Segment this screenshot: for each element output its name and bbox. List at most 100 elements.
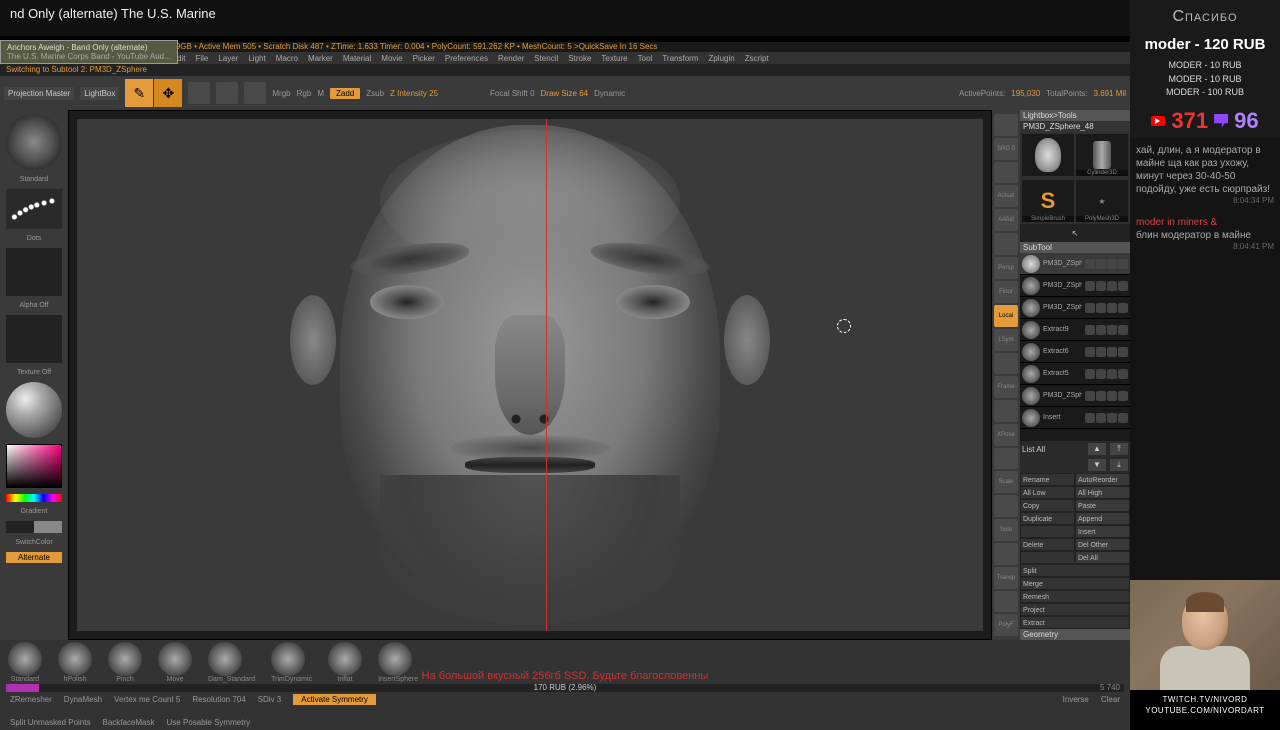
op-autoreorder[interactable]: AutoReorder [1075, 473, 1130, 486]
menu-zscript[interactable]: Zscript [745, 54, 769, 63]
hue-strip[interactable] [6, 494, 62, 502]
side-btn20[interactable] [994, 591, 1018, 613]
menu-light[interactable]: Light [248, 54, 265, 63]
side-scale[interactable]: Scale [994, 471, 1018, 493]
rgb-toggle[interactable]: Rgb [297, 89, 312, 98]
sdiv[interactable]: SDiv 3 [258, 695, 282, 704]
menu-preferences[interactable]: Preferences [445, 54, 488, 63]
side-btn18[interactable] [994, 543, 1018, 565]
menu-picker[interactable]: Picker [413, 54, 435, 63]
op-merge[interactable]: Merge [1020, 577, 1130, 590]
side-floor[interactable]: Floor [994, 281, 1018, 303]
side-frame[interactable]: Frame [994, 376, 1018, 398]
op-project[interactable]: Project [1020, 603, 1130, 616]
texture-slot[interactable] [6, 315, 62, 363]
use-posable-symmetry[interactable]: Use Posable Symmetry [167, 718, 251, 727]
menu-render[interactable]: Render [498, 54, 524, 63]
subtool-item[interactable]: Extract5 [1020, 363, 1130, 385]
side-lsym[interactable]: LSym [994, 329, 1018, 351]
menu-zplugin[interactable]: Zplugin [708, 54, 734, 63]
focal-shift[interactable]: Focal Shift 0 [490, 89, 534, 98]
op-extract[interactable]: Extract [1020, 616, 1130, 629]
subtool-item[interactable]: Extract9 [1020, 319, 1130, 341]
subtool-item[interactable]: Insert [1020, 407, 1130, 429]
activate-symmetry-button[interactable]: Activate Symmetry [293, 694, 376, 705]
side-btn14[interactable] [994, 448, 1018, 470]
move-up-icon[interactable]: ▲ [1088, 443, 1106, 455]
move-top-icon[interactable]: ⤒ [1110, 443, 1128, 455]
projection-master-button[interactable]: Projection Master [4, 87, 74, 100]
menu-file[interactable]: File [195, 54, 208, 63]
inverse-button[interactable]: Inverse [1063, 695, 1089, 704]
menu-marker[interactable]: Marker [308, 54, 333, 63]
op-append[interactable]: Append [1075, 512, 1130, 525]
side-solo[interactable]: Solo [994, 519, 1018, 541]
op-rename[interactable]: Rename [1020, 473, 1075, 486]
alternate-button[interactable]: Alternate [6, 552, 62, 563]
resolution[interactable]: Resolution 704 [192, 695, 245, 704]
color-picker[interactable] [6, 444, 62, 488]
tool-slot-head[interactable] [1022, 134, 1074, 176]
side-srg 0[interactable]: SRG 0 [994, 138, 1018, 160]
op-all-low[interactable]: All Low [1020, 486, 1075, 499]
subtool-item[interactable]: PM3D_ZSphere [1020, 253, 1130, 275]
op-copy[interactable]: Copy [1020, 499, 1075, 512]
rotate-icon[interactable] [244, 82, 266, 104]
dynamic[interactable]: Dynamic [594, 89, 625, 98]
clear-button[interactable]: Clear [1101, 695, 1120, 704]
viewport[interactable] [68, 110, 992, 640]
m-toggle[interactable]: M [317, 89, 324, 98]
geometry-header[interactable]: Geometry [1020, 629, 1130, 640]
op-all-high[interactable]: All High [1075, 486, 1130, 499]
zremesher-button[interactable]: ZRemesher [10, 695, 52, 704]
switchcolor-label[interactable]: SwitchColor [15, 539, 52, 546]
side-btn10[interactable] [994, 353, 1018, 375]
op-delete[interactable]: Delete [1020, 538, 1075, 551]
stroke-thumbnail[interactable] [6, 189, 62, 229]
brush-thumbnail[interactable] [6, 114, 62, 170]
tool-slot-simplebrush[interactable]: SSimpleBrush [1022, 180, 1074, 222]
op-del-all[interactable]: Del All [1075, 551, 1130, 564]
menu-material[interactable]: Material [343, 54, 371, 63]
subtool-item[interactable]: Extract6 [1020, 341, 1130, 363]
tool-slot-cylinder[interactable]: Cylinder3D [1076, 134, 1128, 176]
move-bottom-icon[interactable]: ⤓ [1110, 459, 1128, 471]
menu-movie[interactable]: Movie [381, 54, 402, 63]
side-actual[interactable]: Actual [994, 185, 1018, 207]
subtool-item[interactable]: PM3D_ZSphere [1020, 275, 1130, 297]
zsub-toggle[interactable]: Zsub [366, 89, 384, 98]
side-polyf[interactable]: PolyF [994, 614, 1018, 636]
side-persp[interactable]: Persp [994, 257, 1018, 279]
side-transp[interactable]: Transp [994, 567, 1018, 589]
gradient-swatches[interactable] [6, 521, 62, 533]
alpha-slot[interactable] [6, 248, 62, 296]
side-btn0[interactable] [994, 114, 1018, 136]
tool-slot-polymesh[interactable]: ★PolyMesh3D [1076, 180, 1128, 222]
side-xpose[interactable]: XPose [994, 424, 1018, 446]
op-insert[interactable]: Insert [1075, 525, 1130, 538]
move-icon[interactable] [188, 82, 210, 104]
menu-stencil[interactable]: Stencil [534, 54, 558, 63]
op-remesh[interactable]: Remesh [1020, 590, 1130, 603]
subtool-item[interactable]: PM3D_ZSphere1_1 [1020, 385, 1130, 407]
edit-draw-toggle[interactable]: ✎✥ [125, 79, 182, 107]
op-duplicate[interactable]: Duplicate [1020, 512, 1075, 525]
side-btn2[interactable] [994, 162, 1018, 184]
side-local[interactable]: Local [994, 305, 1018, 327]
zadd-toggle[interactable]: Zadd [330, 88, 360, 99]
subtool-header[interactable]: SubTool [1020, 242, 1130, 253]
menu-macro[interactable]: Macro [276, 54, 298, 63]
lightbox-button[interactable]: LightBox [80, 87, 119, 100]
lightbox-tools-header[interactable]: Lightbox>Tools [1020, 110, 1130, 121]
menu-layer[interactable]: Layer [218, 54, 238, 63]
subtool-item[interactable]: PM3D_ZSphere [1020, 297, 1130, 319]
menu-texture[interactable]: Texture [601, 54, 627, 63]
menu-transform[interactable]: Transform [662, 54, 698, 63]
material-thumbnail[interactable] [6, 382, 62, 438]
z-intensity[interactable]: Z Intensity 25 [390, 89, 438, 98]
draw-size[interactable]: Draw Size 64 [541, 89, 589, 98]
split-unmasked[interactable]: Split Unmasked Points [10, 718, 90, 727]
op-del-other[interactable]: Del Other [1075, 538, 1130, 551]
move-down-icon[interactable]: ▼ [1088, 459, 1106, 471]
mrgb-toggle[interactable]: Mrgb [272, 89, 290, 98]
